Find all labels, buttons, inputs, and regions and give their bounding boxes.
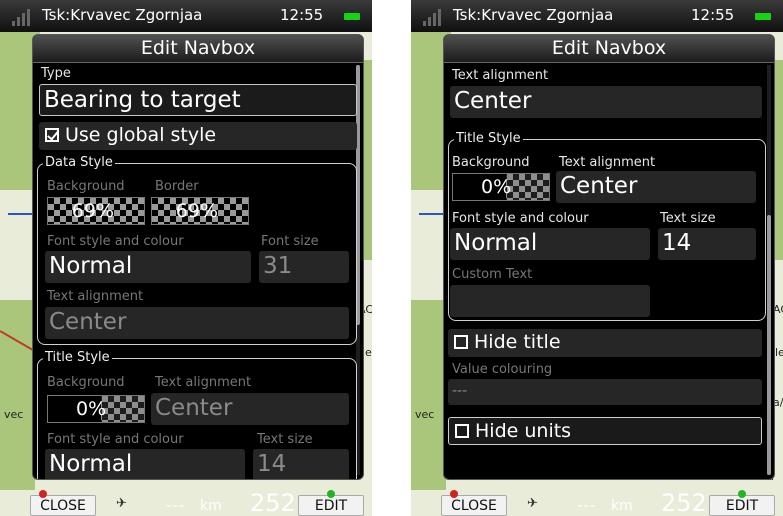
edit-button[interactable]: EDIT: [298, 490, 364, 516]
data-font-style-field[interactable]: Normal: [45, 251, 251, 283]
title-font-style-field[interactable]: Normal: [45, 449, 245, 479]
title-style-title: Title Style: [43, 350, 112, 365]
bearing-value: 252: [250, 489, 296, 516]
bearing-value: 252: [661, 489, 707, 516]
plane-icon: ✈: [116, 496, 127, 511]
distance-unit: km: [611, 498, 633, 514]
title-text-size-label: Text size: [660, 211, 716, 226]
data-style-title: Data Style: [43, 155, 115, 170]
scrollbar[interactable]: [767, 65, 771, 475]
status-bar: Tsk:Krvavec Zgornjaa 12:55: [411, 0, 783, 32]
data-font-size-label: Font size: [261, 234, 319, 249]
close-button[interactable]: CLOSE: [441, 490, 507, 516]
hide-title-checkbox[interactable]: Hide title: [448, 329, 762, 357]
title-style-title: Title Style: [454, 131, 523, 146]
nav-readout: ✈ --- km 252: [519, 489, 709, 516]
status-bar: Tsk:Krvavec Zgornjaa 12:55: [0, 0, 372, 32]
title-text-alignment-field[interactable]: Center: [151, 393, 349, 425]
edit-navbox-dialog: Edit Navbox Text alignment Center Title …: [443, 34, 775, 480]
type-select[interactable]: Bearing to target: [39, 84, 357, 116]
distance-value: ---: [166, 496, 186, 514]
dialog-title: Edit Navbox: [33, 35, 363, 63]
title-background-swatch[interactable]: 0%: [452, 173, 550, 201]
close-button-label: CLOSE: [451, 498, 497, 514]
value-colouring-label: Value colouring: [452, 362, 553, 377]
signal-icon: [423, 6, 441, 26]
title-text-size-label: Text size: [257, 432, 313, 447]
title-background-label: Background: [47, 375, 125, 390]
title-font-style-label: Font style and colour: [452, 211, 589, 226]
title-font-style-label: Font style and colour: [47, 432, 184, 447]
title-font-style-field[interactable]: Normal: [450, 228, 650, 260]
device-screen-right: AC len vec a/ d Tsk:Krvavec Zgornjaa 12:…: [411, 0, 783, 516]
checkbox-unchecked-icon: [455, 424, 469, 438]
custom-text-label: Custom Text: [452, 267, 533, 282]
data-text-alignment-label: Text alignment: [47, 289, 144, 304]
title-background-label: Background: [452, 155, 530, 170]
close-button-label: CLOSE: [40, 498, 86, 514]
data-background-label: Background: [47, 179, 125, 194]
hide-title-label: Hide title: [474, 331, 561, 353]
device-screen-left: AC len vec Tsk:Krvavec Zgornjaa 12:55 Ed…: [0, 0, 372, 516]
battery-icon: [344, 13, 360, 20]
scroll-thumb[interactable]: [767, 215, 771, 475]
checkbox-unchecked-icon: [454, 335, 468, 349]
title-text-alignment-field[interactable]: Center: [556, 171, 756, 203]
custom-text-field[interactable]: [450, 285, 650, 317]
close-button[interactable]: CLOSE: [30, 490, 96, 516]
dialog-title: Edit Navbox: [444, 35, 774, 63]
text-alignment-label: Text alignment: [452, 68, 549, 83]
close-indicator-icon: [450, 490, 458, 498]
nav-readout: ✈ --- km 252: [108, 489, 298, 516]
title-text-size-field[interactable]: 14: [658, 228, 756, 260]
title-text-size-field[interactable]: 14: [253, 449, 349, 479]
title-text-alignment-label: Text alignment: [155, 375, 252, 390]
clock: 12:55: [280, 6, 324, 24]
task-name: Tsk:Krvavec Zgornjaa: [42, 6, 203, 24]
data-border-swatch[interactable]: 69%: [151, 197, 249, 225]
edit-button-label: EDIT: [314, 498, 348, 514]
distance-value: ---: [577, 496, 597, 514]
hide-units-checkbox[interactable]: Hide units: [448, 417, 762, 445]
use-global-style-checkbox[interactable]: Use global style: [39, 122, 357, 150]
close-indicator-icon: [39, 490, 47, 498]
data-font-style-label: Font style and colour: [47, 234, 184, 249]
battery-icon: [755, 13, 771, 20]
task-name: Tsk:Krvavec Zgornjaa: [453, 6, 614, 24]
data-border-label: Border: [155, 179, 199, 194]
signal-icon: [12, 6, 30, 26]
distance-unit: km: [200, 498, 222, 514]
clock: 12:55: [691, 6, 735, 24]
data-text-alignment-field[interactable]: Center: [45, 307, 349, 339]
data-font-size-field[interactable]: 31: [259, 251, 349, 283]
edit-button-label: EDIT: [725, 498, 759, 514]
text-alignment-field[interactable]: Center: [450, 86, 762, 118]
data-background-swatch[interactable]: 69%: [47, 197, 145, 225]
type-label: Type: [41, 66, 71, 81]
use-global-style-label: Use global style: [65, 124, 217, 146]
value-colouring-field[interactable]: ---: [448, 379, 762, 405]
title-text-alignment-label: Text alignment: [559, 155, 656, 170]
map-label: vec: [415, 408, 435, 421]
map-label: vec: [4, 408, 24, 421]
edit-indicator-icon: [327, 490, 335, 498]
checkbox-checked-icon: [45, 128, 59, 142]
plane-icon: ✈: [527, 496, 538, 511]
title-background-swatch[interactable]: 0%: [47, 395, 145, 423]
edit-navbox-dialog: Edit Navbox Type Bearing to target Use g…: [32, 34, 364, 480]
edit-indicator-icon: [738, 490, 746, 498]
hide-units-label: Hide units: [475, 420, 572, 442]
edit-button[interactable]: EDIT: [709, 490, 775, 516]
map-label: len: [775, 346, 783, 359]
